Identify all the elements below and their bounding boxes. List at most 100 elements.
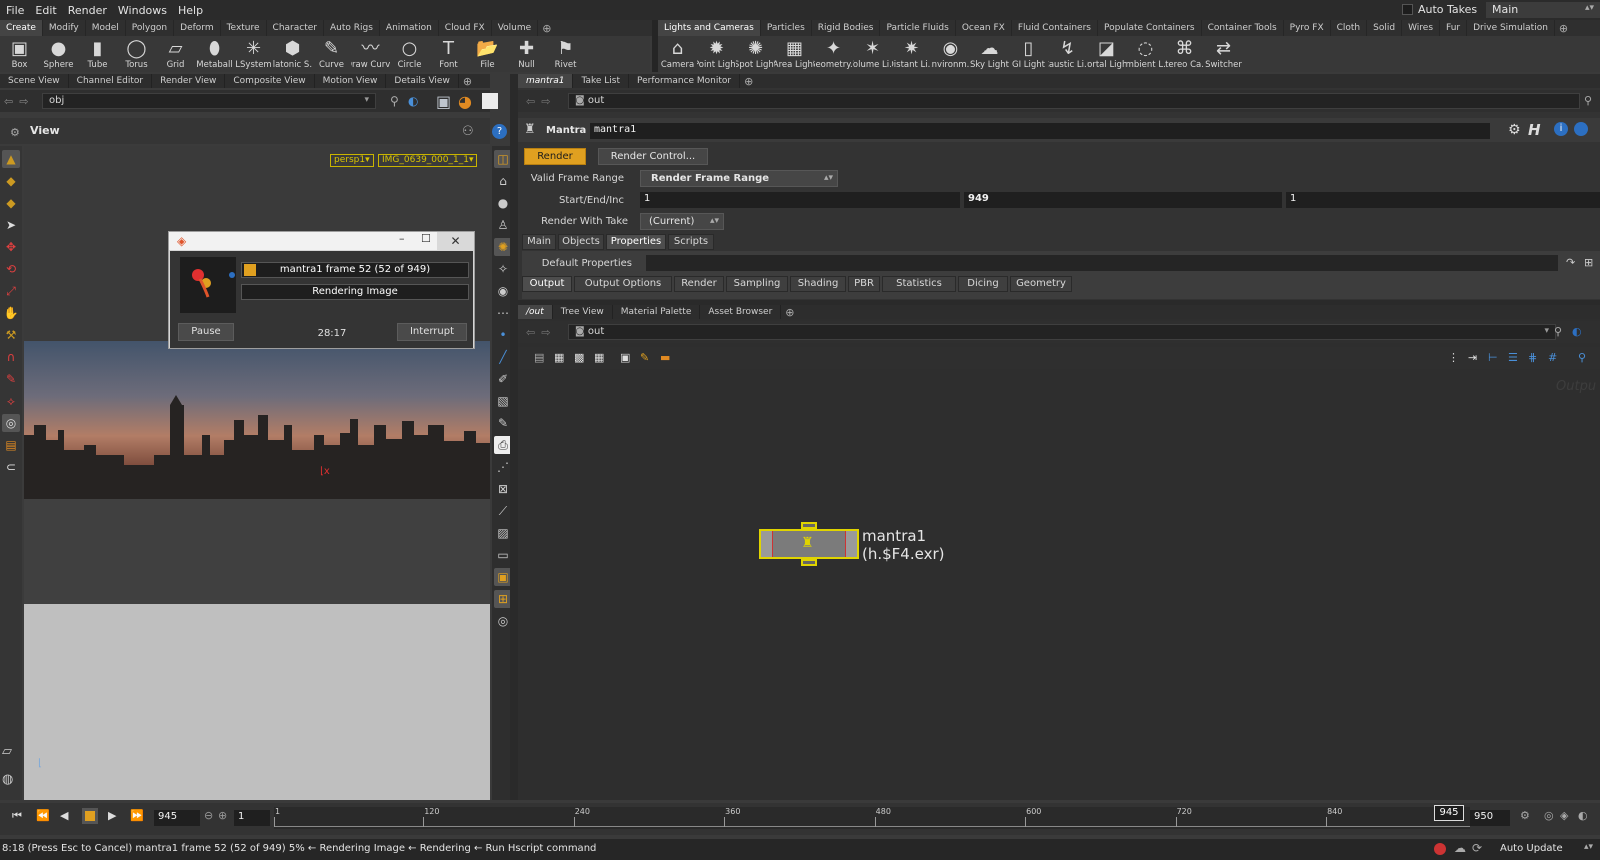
tool-switcher[interactable]: ⇄ Switcher — [1204, 36, 1243, 72]
tab-properties[interactable]: Properties — [606, 234, 666, 250]
render-button[interactable]: Render — [524, 148, 586, 165]
tab-channel-editor[interactable]: Channel Editor — [69, 74, 153, 88]
back-arrow-icon[interactable]: ⇦ — [4, 95, 13, 108]
grid-icon[interactable]: # — [1548, 351, 1557, 364]
sculpt-icon[interactable]: ⟡ — [2, 392, 20, 410]
interrupt-button[interactable]: Interrupt — [397, 323, 467, 341]
tool-platonic-s[interactable]: ⬢Platonic S... — [273, 36, 312, 72]
frame-stepper-icon[interactable]: ⊖ — [204, 809, 213, 822]
pin-icon[interactable]: ⚲ — [1554, 325, 1562, 338]
subtab-sampling[interactable]: Sampling — [726, 276, 788, 292]
sticky-note-icon[interactable]: ✎ — [640, 351, 649, 364]
menu-windows[interactable]: Windows — [112, 4, 172, 17]
close-icon[interactable]: ✕ — [437, 232, 474, 250]
tool-gi-light[interactable]: ▯ GI Light — [1009, 36, 1048, 72]
node-output-connector[interactable] — [801, 559, 817, 566]
shelf-tab-ocean-fx[interactable]: Ocean FX — [956, 20, 1012, 36]
tab-render-view[interactable]: Render View — [152, 74, 226, 88]
tool-draw-curve[interactable]: 〰Draw Curve — [351, 36, 390, 72]
default-properties-field[interactable] — [646, 255, 1558, 271]
tool-camera[interactable]: ⌂ Camera — [658, 36, 697, 72]
tool-lsystem[interactable]: ✳ LSystem — [234, 36, 273, 72]
subtab-pbr[interactable]: PBR — [848, 276, 880, 292]
mantra-node[interactable]: ♜ — [759, 529, 859, 559]
network-pane[interactable]: /out Tree View Material Palette Asset Brows… — [518, 305, 1600, 800]
tree-toggle-icon[interactable]: ▤ — [534, 351, 544, 364]
subtab-output[interactable]: Output — [522, 276, 572, 292]
forward-arrow-icon[interactable]: ⇨ — [541, 326, 550, 339]
shelf-tab-lights-and-cameras[interactable]: Lights and Cameras — [658, 20, 761, 36]
tool-ambient-l[interactable]: ◌Ambient L... — [1126, 36, 1165, 72]
current-frame-field[interactable]: 945 — [154, 810, 200, 826]
subtab-render[interactable]: Render — [674, 276, 724, 292]
tool-rivet[interactable]: ⚑ Rivet — [546, 36, 585, 72]
shelf-tab-particles[interactable]: Particles — [761, 20, 812, 36]
shelf-tab-polygon[interactable]: Polygon — [126, 20, 175, 36]
book-icon[interactable]: ▱ — [2, 744, 12, 759]
end-frame-field[interactable]: 949 — [964, 192, 1282, 208]
camera-tool-icon[interactable]: ◎ — [2, 414, 20, 432]
maximize-icon[interactable]: ☐ — [421, 232, 431, 245]
shaded-cube-icon[interactable]: ▣ — [436, 92, 451, 111]
shelf-tab-deform[interactable]: Deform — [174, 20, 221, 36]
shelf-tab-texture[interactable]: Texture — [221, 20, 267, 36]
tab-out[interactable]: /out — [518, 305, 553, 319]
tab-material-palette[interactable]: Material Palette — [613, 305, 701, 319]
wrench-icon[interactable]: ⚙ — [10, 126, 20, 139]
help-icon[interactable] — [1574, 122, 1588, 136]
error-icon[interactable] — [1434, 843, 1446, 855]
auto-update-label[interactable]: Auto Update — [1500, 843, 1563, 854]
shelf-tab-fur[interactable]: Fur — [1440, 20, 1468, 36]
people-icon[interactable]: ⚇ — [462, 124, 474, 139]
gear-icon[interactable]: ⚙ — [1508, 122, 1521, 138]
tool-point-light[interactable]: ✹Point Light — [697, 36, 736, 72]
shelf-tab-particle-fluids[interactable]: Particle Fluids — [880, 20, 956, 36]
shelf-tab-volume[interactable]: Volume — [492, 20, 539, 36]
tool-sky-light[interactable]: ☁ Sky Light — [970, 36, 1009, 72]
tool-torus[interactable]: ◯ Torus — [117, 36, 156, 72]
tab-main[interactable]: Main — [522, 234, 556, 250]
valid-frame-range-menu[interactable]: Render Frame Range ▴▾ — [640, 170, 838, 187]
jump-icon[interactable]: ↷ — [1566, 256, 1575, 269]
tab-asset-browser[interactable]: Asset Browser — [700, 305, 782, 319]
background-menu[interactable]: IMG_0639_000_1_1▾ — [378, 154, 478, 167]
menu-render[interactable]: Render — [62, 4, 112, 17]
shelf-tab-cloth[interactable]: Cloth — [1331, 20, 1368, 36]
move-tool-icon[interactable]: ✥ — [2, 238, 20, 256]
keyframe-icon[interactable]: ◈ — [1560, 809, 1568, 822]
shelf-tab-pyro-fx[interactable]: Pyro FX — [1284, 20, 1331, 36]
select-points-icon[interactable]: ◆ — [2, 172, 20, 190]
step-forward-icon[interactable]: ⏩ — [130, 809, 144, 822]
pause-button[interactable]: Pause — [178, 323, 234, 341]
tab-mantra1[interactable]: mantra1 — [518, 74, 574, 88]
step-back-icon[interactable]: ⏪ — [36, 809, 50, 822]
render-shading-icon[interactable]: ◕ — [458, 92, 472, 111]
render-control-button[interactable]: Render Control... — [598, 148, 708, 165]
pin-icon[interactable]: ⚲ — [390, 94, 399, 108]
back-arrow-icon[interactable]: ⇦ — [526, 95, 535, 108]
add-shelf-icon[interactable]: ⊕ — [538, 22, 555, 35]
tab-motion-view[interactable]: Motion View — [315, 74, 387, 88]
add-tab-icon[interactable]: ⊕ — [781, 306, 798, 319]
timeline-ruler[interactable]: 1 120 240 360 480 600 720 840 — [274, 807, 1470, 829]
zoom-icon[interactable]: ⚲ — [1578, 351, 1586, 364]
paint-icon[interactable]: ✎ — [2, 370, 20, 388]
shelf-tab-fluid-containers[interactable]: Fluid Containers — [1012, 20, 1098, 36]
magnet-icon[interactable]: ∩ — [2, 348, 20, 366]
dots-menu-icon[interactable]: ⋮ — [1448, 351, 1459, 364]
eye-icon[interactable]: ◍ — [2, 772, 13, 787]
back-arrow-icon[interactable]: ⇦ — [526, 326, 535, 339]
network-box-icon[interactable]: ▣ — [620, 351, 630, 364]
shelf-tab-create[interactable]: Create — [0, 20, 43, 36]
audio-icon[interactable]: ◐ — [1578, 809, 1588, 822]
tool-sphere[interactable]: ● Sphere — [39, 36, 78, 72]
parameter-path-field[interactable]: ◙ out — [568, 93, 1580, 109]
render-region-icon[interactable]: ▤ — [2, 436, 20, 454]
step-field[interactable]: 1 — [234, 810, 270, 826]
chat-icon[interactable]: ☁ — [1454, 841, 1466, 855]
select-edges-icon[interactable]: ◆ — [2, 194, 20, 212]
pose-tool-icon[interactable]: ✋ — [2, 304, 20, 322]
tool-circle[interactable]: ○ Circle — [390, 36, 429, 72]
tab-performance-monitor[interactable]: Performance Monitor — [629, 74, 741, 88]
tool-stereo-ca[interactable]: ⌘Stereo Ca... — [1165, 36, 1204, 72]
